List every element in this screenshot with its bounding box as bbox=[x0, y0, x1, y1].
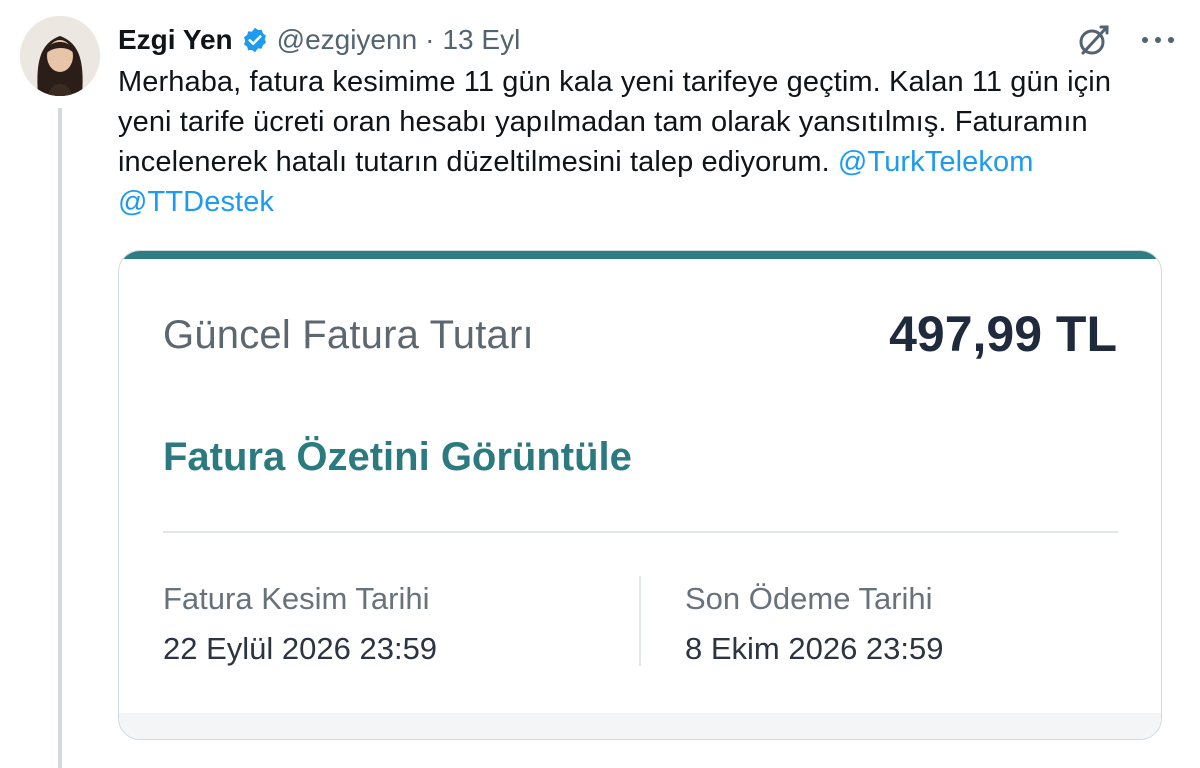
verified-badge-icon bbox=[241, 26, 269, 54]
display-name[interactable]: Ezgi Yen bbox=[118, 24, 233, 56]
amount-value: 497,99 TL bbox=[889, 306, 1117, 362]
separator-dot: · bbox=[425, 24, 435, 55]
tweet-header: Ezgi Yen @ezgiyenn · 13 Eyl bbox=[118, 20, 520, 60]
card-divider bbox=[163, 531, 1118, 533]
author-handle[interactable]: @ezgiyenn bbox=[277, 24, 418, 56]
tweet-text-line: Merhaba, fatura kesimime 11 gün kala yen… bbox=[118, 66, 1112, 98]
avatar-image bbox=[20, 16, 100, 96]
view-summary-link[interactable]: Fatura Özetini Görüntüle bbox=[163, 435, 632, 480]
avatar[interactable] bbox=[20, 16, 100, 96]
tweet-text-line: yeni tarife ücreti oran hesabı yapılmada… bbox=[118, 106, 1088, 138]
tweet-text-segment: incelenerek hatalı tutarın düzeltilmesin… bbox=[118, 146, 830, 178]
invoice-date-value: 22 Eylül 2026 23:59 bbox=[163, 631, 438, 666]
tweet-text: Merhaba, fatura kesimime 11 gün kala yen… bbox=[118, 62, 1178, 222]
thread-line bbox=[58, 108, 62, 768]
tweet-text-line: incelenerek hatalı tutarın düzeltilmesin… bbox=[118, 142, 1178, 182]
mention-link[interactable]: @TurkTelekom bbox=[838, 146, 1034, 178]
card-accent-bar bbox=[119, 251, 1161, 259]
card-bottom-bar bbox=[119, 713, 1161, 739]
invoice-date-label: Fatura Kesim Tarihi bbox=[163, 581, 430, 616]
tweet-actions bbox=[1074, 18, 1174, 62]
grok-icon[interactable] bbox=[1074, 20, 1114, 60]
tweet-text-line: @TTDestek bbox=[118, 182, 1178, 222]
attached-image-card[interactable]: Güncel Fatura Tutarı 497,99 TL Fatura Öz… bbox=[118, 250, 1162, 740]
amount-label: Güncel Fatura Tutarı bbox=[163, 313, 534, 357]
more-icon[interactable] bbox=[1142, 24, 1174, 56]
tweet-date[interactable]: 13 Eyl bbox=[442, 24, 520, 56]
column-divider bbox=[639, 576, 641, 666]
due-date-label: Son Ödeme Tarihi bbox=[685, 581, 933, 616]
due-date-value: 8 Ekim 2026 23:59 bbox=[685, 631, 944, 666]
mention-link[interactable]: @TTDestek bbox=[118, 186, 274, 218]
